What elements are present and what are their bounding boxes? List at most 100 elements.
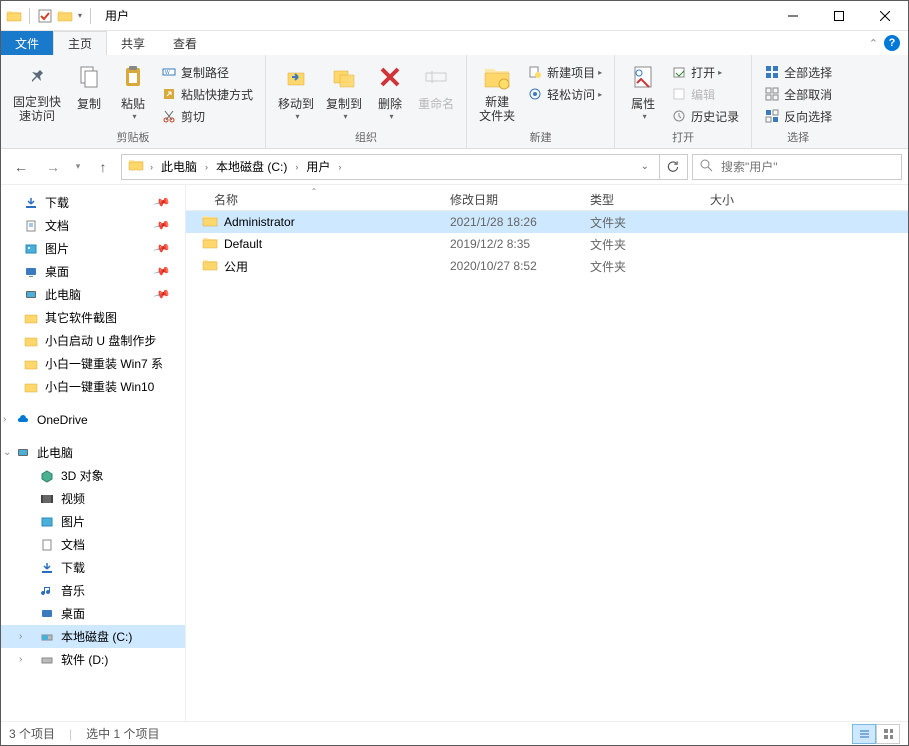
breadcrumb-item[interactable]: 此电脑: [155, 155, 203, 179]
sidebar-item-folder[interactable]: 其它软件截图: [1, 306, 185, 329]
sidebar-item-documents[interactable]: 文档: [1, 533, 185, 556]
navigation-pane[interactable]: 下载📌 文档📌 图片📌 桌面📌 此电脑📌 其它软件截图 小白启动 U 盘制作步 …: [1, 185, 186, 721]
sidebar-item-music[interactable]: 音乐: [1, 579, 185, 602]
sidebar-item-drive-d[interactable]: ›软件 (D:): [1, 648, 185, 671]
tab-home[interactable]: 主页: [53, 31, 107, 55]
document-icon: [23, 218, 39, 234]
chevron-right-icon[interactable]: ›: [148, 162, 155, 172]
column-size[interactable]: 大小: [702, 189, 782, 210]
maximize-button[interactable]: [816, 1, 862, 30]
new-folder-button[interactable]: 新建 文件夹: [473, 57, 521, 124]
paste-shortcut-button[interactable]: 粘贴快捷方式: [155, 83, 259, 105]
address-bar[interactable]: › 此电脑 › 本地磁盘 (C:) › 用户 › ⌄: [121, 154, 688, 180]
folder-icon: [23, 379, 39, 395]
sidebar-item-desktop[interactable]: 桌面📌: [1, 260, 185, 283]
refresh-button[interactable]: [659, 155, 685, 179]
tab-share[interactable]: 共享: [107, 31, 159, 55]
copy-button[interactable]: 复制: [67, 57, 111, 112]
ribbon-group-label: 剪贴板: [7, 127, 259, 148]
copy-path-button[interactable]: W复制路径: [155, 61, 259, 83]
select-all-icon: [764, 64, 780, 80]
list-row[interactable]: 公用2020/10/27 8:52文件夹: [186, 255, 908, 277]
cloud-icon: [15, 412, 31, 428]
select-none-button[interactable]: 全部取消: [758, 83, 838, 105]
sidebar-item-folder[interactable]: 小白一键重装 Win7 系: [1, 352, 185, 375]
search-input[interactable]: [719, 159, 895, 175]
sidebar-item-onedrive[interactable]: ›OneDrive: [1, 408, 185, 431]
tab-view[interactable]: 查看: [159, 31, 211, 55]
drive-icon: [39, 652, 55, 668]
history-dropdown[interactable]: ▾: [71, 153, 85, 181]
list-row[interactable]: Default2019/12/2 8:35文件夹: [186, 233, 908, 255]
history-button[interactable]: 历史记录: [665, 105, 745, 127]
chevron-down-icon[interactable]: ⌄: [635, 161, 655, 172]
cut-button[interactable]: 剪切: [155, 105, 259, 127]
invert-selection-button[interactable]: 反向选择: [758, 105, 838, 127]
chevron-right-icon[interactable]: ›: [203, 162, 210, 172]
copy-to-button[interactable]: 复制到▾: [320, 57, 368, 121]
chevron-right-icon[interactable]: ›: [3, 414, 6, 425]
file-type: 文件夹: [582, 236, 702, 253]
list-row[interactable]: Administrator2021/1/28 18:26文件夹: [186, 211, 908, 233]
folder-icon: [23, 356, 39, 372]
sidebar-item-3dobjects[interactable]: 3D 对象: [1, 464, 185, 487]
delete-button[interactable]: 删除▾: [368, 57, 412, 121]
breadcrumb-item[interactable]: 本地磁盘 (C:): [210, 155, 293, 179]
new-item-icon: [527, 64, 543, 80]
forward-button[interactable]: →: [39, 153, 67, 181]
sidebar-item-drive-c[interactable]: ›本地磁盘 (C:): [1, 625, 185, 648]
sidebar-item-videos[interactable]: 视频: [1, 487, 185, 510]
sidebar-item-downloads[interactable]: 下载: [1, 556, 185, 579]
chevron-up-icon[interactable]: ⌃: [869, 37, 878, 50]
details-view-button[interactable]: [852, 724, 876, 744]
chevron-right-icon[interactable]: ›: [19, 654, 22, 665]
breadcrumb-item[interactable]: 用户: [300, 155, 336, 179]
sidebar-item-documents[interactable]: 文档📌: [1, 214, 185, 237]
minimize-button[interactable]: [770, 1, 816, 30]
sidebar-item-desktop[interactable]: 桌面: [1, 602, 185, 625]
dropdown-icon[interactable]: ▾: [76, 11, 84, 20]
computer-icon: [15, 445, 31, 461]
sidebar-item-downloads[interactable]: 下载📌: [1, 191, 185, 214]
column-type[interactable]: 类型: [582, 189, 702, 210]
search-box[interactable]: [692, 154, 902, 180]
title-bar: ▾ 用户: [1, 1, 908, 31]
chevron-right-icon[interactable]: ›: [336, 162, 343, 172]
chevron-down-icon[interactable]: ⌄: [3, 447, 11, 458]
sidebar-item-folder[interactable]: 小白启动 U 盘制作步: [1, 329, 185, 352]
picture-icon: [23, 241, 39, 257]
properties-button[interactable]: 属性▾: [621, 57, 665, 121]
sidebar-item-pictures[interactable]: 图片📌: [1, 237, 185, 260]
open-button[interactable]: 打开▸: [665, 61, 745, 83]
rename-button[interactable]: 重命名: [412, 57, 460, 112]
file-menu[interactable]: 文件: [1, 31, 53, 55]
sidebar-item-thispc[interactable]: 此电脑📌: [1, 283, 185, 306]
help-icon[interactable]: ?: [884, 35, 900, 51]
close-button[interactable]: [862, 1, 908, 30]
select-all-button[interactable]: 全部选择: [758, 61, 838, 83]
column-date[interactable]: 修改日期: [442, 189, 582, 210]
cut-icon: [161, 108, 177, 124]
back-button[interactable]: ←: [7, 153, 35, 181]
list-rows[interactable]: Administrator2021/1/28 18:26文件夹Default20…: [186, 211, 908, 721]
edit-button[interactable]: 编辑: [665, 83, 745, 105]
chevron-right-icon[interactable]: ›: [19, 631, 22, 642]
sort-indicator-icon: ⌃: [311, 187, 318, 196]
column-name[interactable]: ⌃ 名称: [186, 189, 442, 210]
pin-icon: 📌: [153, 262, 171, 280]
select-none-icon: [764, 86, 780, 102]
new-item-button[interactable]: 新建项目▸: [521, 61, 608, 83]
paste-button[interactable]: 粘贴 ▾: [111, 57, 155, 121]
checkbox-icon[interactable]: [36, 7, 54, 25]
move-to-button[interactable]: 移动到▾: [272, 57, 320, 121]
sidebar-item-pictures[interactable]: 图片: [1, 510, 185, 533]
chevron-right-icon[interactable]: ›: [293, 162, 300, 172]
up-button[interactable]: ↑: [89, 153, 117, 181]
sidebar-item-folder[interactable]: 小白一键重装 Win10: [1, 375, 185, 398]
folder-icon: [23, 310, 39, 326]
pin-to-quick-access-button[interactable]: 固定到快 速访问: [7, 57, 67, 124]
pin-icon: [21, 61, 53, 93]
icons-view-button[interactable]: [876, 724, 900, 744]
sidebar-item-thispc-root[interactable]: ⌄此电脑: [1, 441, 185, 464]
easy-access-button[interactable]: 轻松访问▸: [521, 83, 608, 105]
